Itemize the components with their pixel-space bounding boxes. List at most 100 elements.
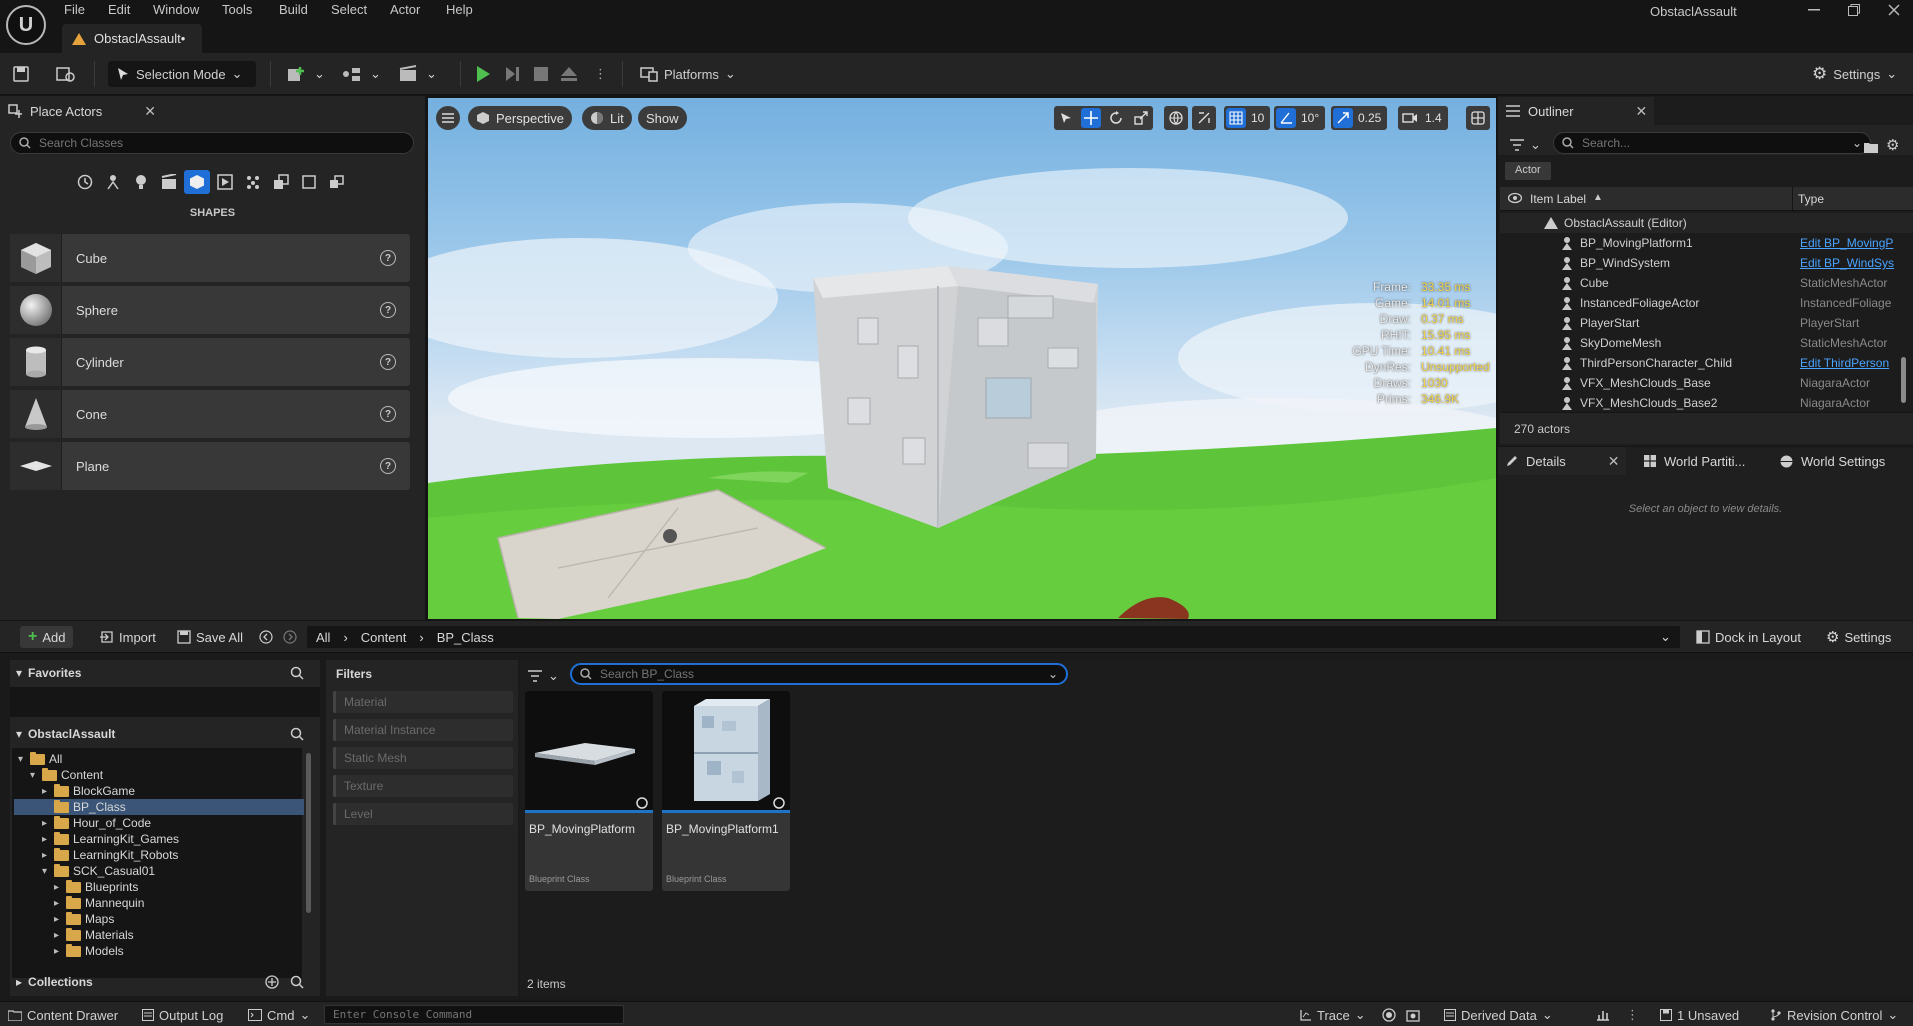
outliner-row-type[interactable]: Edit BP_MovingP [1800, 236, 1905, 250]
close-icon[interactable]: ✕ [1608, 453, 1620, 470]
camera-speed-button[interactable]: 1.4 [1398, 106, 1448, 130]
folder-tree-item[interactable]: ▾ Content [30, 767, 298, 783]
shape-item-cylinder[interactable]: Cylinder ? [10, 338, 410, 386]
lit-button[interactable]: Lit [582, 106, 632, 130]
screenshot-icon[interactable] [1406, 1006, 1420, 1024]
asset-search[interactable]: ⌄ [570, 663, 1068, 685]
caret-right-icon[interactable]: ▸ [54, 930, 62, 941]
menu-build[interactable]: Build [279, 2, 308, 17]
caret-right-icon[interactable]: ▸ [42, 786, 50, 797]
outliner-search[interactable]: ⌄ [1553, 132, 1871, 154]
outliner-search-input[interactable] [1582, 136, 1844, 150]
coord-space-button[interactable] [1164, 106, 1188, 130]
stop-button[interactable] [533, 61, 549, 87]
caret-down-icon[interactable]: ▾ [30, 770, 38, 781]
folder-tree-item[interactable]: ▸ Maps [54, 911, 298, 927]
outliner-row[interactable]: InstancedFoliageActor InstancedFoliage [1500, 293, 1913, 313]
folder-tree-item[interactable]: BP_Class [14, 799, 304, 815]
select-tool-icon[interactable] [1056, 108, 1076, 128]
geometry-icon[interactable] [296, 170, 322, 194]
content-drawer-button[interactable]: Content Drawer [8, 1006, 118, 1024]
record-icon[interactable] [1382, 1006, 1396, 1024]
console-command-input[interactable] [333, 1008, 623, 1021]
asset-search-input[interactable] [600, 667, 1040, 681]
outliner-row[interactable]: ThirdPersonCharacter_Child Edit ThirdPers… [1500, 353, 1913, 373]
save-all-button[interactable]: Save All [177, 626, 243, 648]
scale-tool-icon[interactable] [1131, 108, 1151, 128]
save-icon[interactable] [12, 61, 30, 87]
search-icon[interactable] [290, 666, 304, 680]
gear-icon[interactable]: ⚙ [1886, 132, 1899, 158]
place-actors-search[interactable] [10, 132, 414, 154]
perspective-button[interactable]: Perspective [468, 106, 572, 130]
shape-item-cube[interactable]: Cube ? [10, 234, 410, 282]
more-options-icon[interactable]: ⋮ [594, 61, 607, 87]
filter-level[interactable]: Level [333, 803, 513, 825]
visual-effects-icon[interactable] [212, 170, 238, 194]
restore-icon[interactable] [1836, 0, 1872, 20]
add-folder-icon[interactable] [1864, 134, 1878, 160]
project-header[interactable]: ▾ ObstaclAssault [10, 721, 320, 747]
close-window-icon[interactable] [1876, 0, 1912, 20]
eye-icon[interactable] [1508, 192, 1522, 204]
world-settings-tab[interactable]: World Settings [1772, 447, 1902, 475]
blueprints-dropdown[interactable]: ⌄ [342, 61, 381, 87]
search-classes-input[interactable] [39, 136, 413, 150]
col-type[interactable]: Type [1798, 192, 1824, 206]
close-icon[interactable]: ✕ [1636, 103, 1648, 120]
actor-filter-chip[interactable]: Actor [1505, 162, 1551, 180]
caret-right-icon[interactable]: ▸ [54, 882, 62, 893]
outliner-row[interactable]: PlayerStart PlayerStart [1500, 313, 1913, 333]
show-button[interactable]: Show [638, 106, 687, 130]
asset-tile[interactable]: BP_MovingPlatform1 Blueprint Class [662, 691, 790, 891]
menu-edit[interactable]: Edit [108, 2, 130, 17]
derived-data-dropdown[interactable]: Derived Data ⌄ [1444, 1006, 1553, 1024]
folder-tree-item[interactable]: ▸ LearningKit_Games [42, 831, 298, 847]
step-button[interactable] [503, 61, 521, 87]
menu-window[interactable]: Window [153, 2, 199, 17]
asset-filter-dropdown[interactable]: ⌄ [528, 663, 559, 689]
help-icon[interactable]: ? [380, 302, 396, 318]
forward-icon[interactable] [283, 626, 297, 648]
menu-actor[interactable]: Actor [390, 2, 420, 17]
caret-right-icon[interactable]: ▸ [54, 946, 62, 957]
grid-snap-button[interactable]: 10 [1224, 106, 1271, 130]
favorites-header[interactable]: ▾ Favorites [10, 660, 320, 686]
search-icon[interactable] [290, 975, 304, 989]
outliner-row-type[interactable]: Edit BP_WindSys [1800, 256, 1905, 270]
viewport-menu-button[interactable] [436, 106, 460, 130]
basic-icon[interactable] [100, 170, 126, 194]
outliner-row[interactable]: VFX_MeshClouds_Base2 NiagaraActor [1500, 393, 1913, 413]
menu-tools[interactable]: Tools [222, 2, 252, 17]
import-button[interactable]: Import [100, 626, 156, 648]
add-actor-dropdown[interactable]: ⌄ [286, 61, 325, 87]
play-button[interactable] [474, 61, 492, 87]
scale-snap-button[interactable]: 0.25 [1331, 106, 1388, 130]
filter-material[interactable]: Material [333, 691, 513, 713]
path-history-dropdown[interactable]: ⌄ [1660, 626, 1671, 648]
caret-right-icon[interactable]: ▸ [42, 818, 50, 829]
outliner-row[interactable]: BP_MovingPlatform1 Edit BP_MovingP [1500, 233, 1913, 253]
filter-dropdown[interactable]: ⌄ [1510, 132, 1541, 158]
folder-tree-item[interactable]: ▾ SCK_Casual01 [42, 863, 298, 879]
help-icon[interactable]: ? [380, 354, 396, 370]
world-partition-tab[interactable]: World Partiti... [1636, 447, 1766, 475]
trace-dropdown[interactable]: Trace ⌄ [1300, 1006, 1366, 1024]
revision-control-dropdown[interactable]: Revision Control ⌄ [1770, 1006, 1898, 1024]
rotate-tool-icon[interactable] [1106, 108, 1126, 128]
help-icon[interactable]: ? [380, 406, 396, 422]
help-icon[interactable]: ? [380, 250, 396, 266]
lights-icon[interactable] [128, 170, 154, 194]
folder-tree-item[interactable]: ▸ Models [54, 943, 298, 959]
menu-file[interactable]: File [64, 2, 85, 17]
move-tool-icon[interactable] [1081, 108, 1101, 128]
outliner-root-row[interactable]: ObstaclAssault (Editor) [1500, 213, 1913, 233]
cinematic-icon[interactable] [156, 170, 182, 194]
level-viewport[interactable]: Perspective Lit Show 10 10° 0.25 1.4 Fra… [428, 98, 1496, 619]
folder-tree-item[interactable]: ▾ All [18, 751, 298, 767]
cinematics-dropdown[interactable]: ⌄ [398, 61, 437, 87]
recent-icon[interactable] [72, 170, 98, 194]
breadcrumb-content[interactable]: Content [361, 630, 407, 645]
all-classes-icon[interactable] [268, 170, 294, 194]
outliner-row[interactable]: BP_WindSystem Edit BP_WindSys [1500, 253, 1913, 273]
